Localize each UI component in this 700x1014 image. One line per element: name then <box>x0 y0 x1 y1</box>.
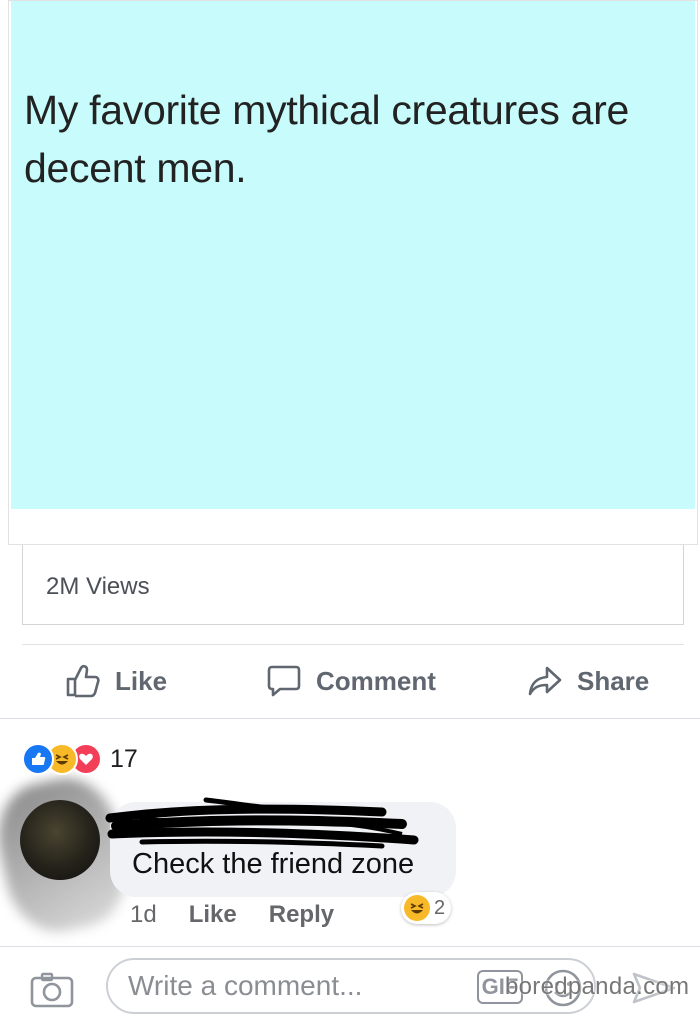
reactions-summary[interactable]: 17 <box>22 743 138 775</box>
avatar[interactable] <box>20 800 100 880</box>
views-count[interactable]: 2M Views <box>46 573 150 601</box>
divider <box>22 644 684 645</box>
divider <box>0 718 700 719</box>
views-box: 2M Views <box>22 545 684 625</box>
thumbs-up-icon <box>66 664 100 698</box>
divider <box>0 946 700 947</box>
comment-time[interactable]: 1d <box>130 901 157 929</box>
share-button[interactable]: Share <box>527 664 649 698</box>
comment-meta: 1d Like Reply <box>130 901 366 929</box>
post-card: My favorite mythical creatures are decen… <box>8 0 698 545</box>
comment-label: Comment <box>316 665 436 696</box>
reaction-count: 17 <box>110 744 138 773</box>
comment-reaction-badge[interactable]: 2 <box>401 892 452 924</box>
share-label: Share <box>577 665 650 696</box>
post-text: My favorite mythical creatures are decen… <box>24 87 630 191</box>
camera-icon[interactable] <box>30 972 74 1008</box>
like-button[interactable]: Like <box>65 664 167 698</box>
share-arrow-icon <box>528 666 562 696</box>
haha-icon <box>404 895 430 921</box>
post-image[interactable]: My favorite mythical creatures are decen… <box>11 1 695 509</box>
name-redaction-scribble <box>105 797 419 849</box>
comment-reply-link[interactable]: Reply <box>269 901 334 929</box>
comment-like-link[interactable]: Like <box>189 901 237 929</box>
comment-button[interactable]: Comment <box>266 664 436 698</box>
comment-reaction-count: 2 <box>434 896 446 919</box>
like-icon <box>22 743 54 775</box>
comment-bubble-icon <box>267 665 301 697</box>
action-bar: Like Comment Share <box>0 650 700 718</box>
like-label: Like <box>115 665 168 696</box>
watermark-text: boredpanda.com <box>505 973 690 1000</box>
